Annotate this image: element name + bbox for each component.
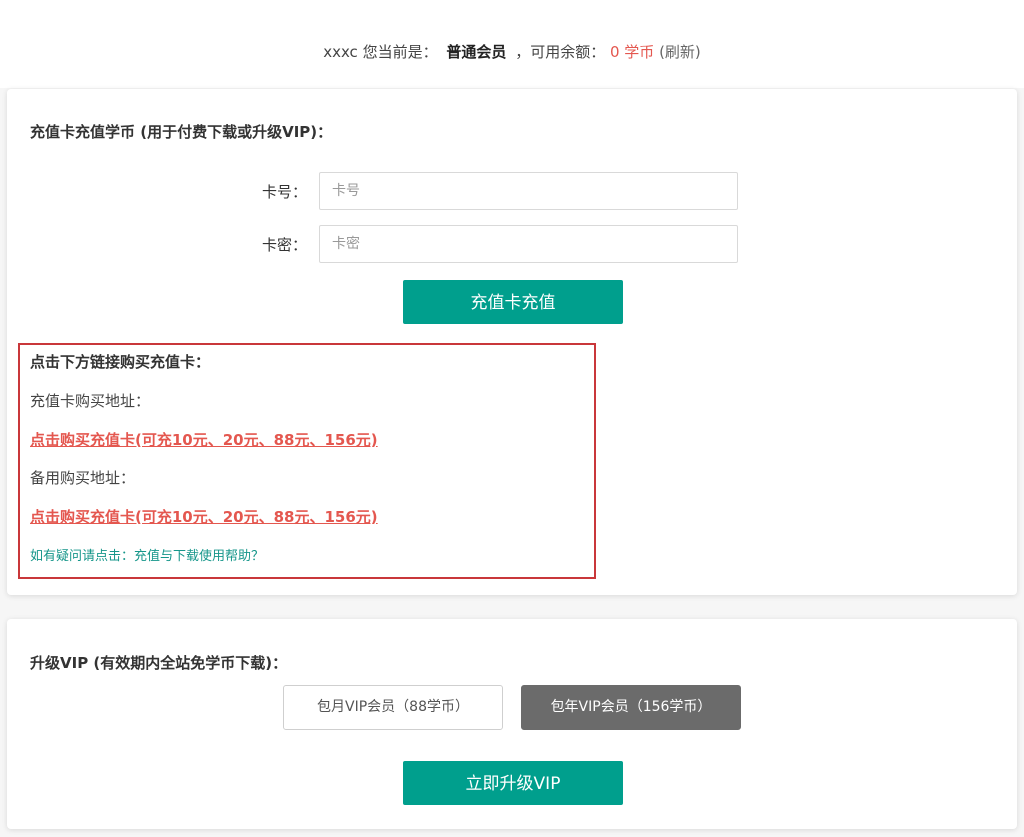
vip-upgrade-panel: 升级VIP (有效期内全站免学币下载)： 包月VIP会员（88学币） 包年VIP… (7, 619, 1017, 829)
vip-monthly-option[interactable]: 包月VIP会员（88学币） (283, 685, 503, 730)
backup-buy-link[interactable]: 点击购买充值卡(可充10元、20元、88元、156元) (30, 506, 378, 527)
backup-address-label: 备用购买地址： (30, 469, 136, 487)
card-password-label: 卡密： (262, 236, 308, 254)
buy-card-box: 点击下方链接购买充值卡： 充值卡购买地址： 点击购买充值卡(可充10元、20元、… (18, 343, 596, 579)
member-level: 普通会员 (446, 43, 507, 61)
username: xxxc (323, 43, 358, 61)
balance-prefix: ，可用余额： (515, 43, 606, 61)
card-number-input[interactable] (319, 172, 738, 210)
primary-address-label: 充值卡购买地址： (30, 392, 151, 410)
card-password-input[interactable] (319, 225, 738, 263)
top-bar: xxxc 您当前是： 普通会员 ，可用余额： 0 学币 (刷新) (0, 0, 1024, 88)
recharge-card-panel: 充值卡充值学币 (用于付费下载或升级VIP)： 卡号： 卡密： 充值卡充值 点击… (7, 89, 1017, 595)
account-status: xxxc 您当前是： 普通会员 ，可用余额： 0 学币 (刷新) (0, 42, 1024, 62)
upgrade-vip-button[interactable]: 立即升级VIP (403, 761, 623, 805)
card-password-row: 卡密： (7, 225, 1017, 263)
help-link[interactable]: 如有疑问请点击：充值与下载使用帮助？ (30, 545, 264, 564)
vip-section-title: 升级VIP (有效期内全站免学币下载)： (30, 654, 288, 672)
refresh-link[interactable]: (刷新) (659, 43, 701, 61)
balance-amount: 0 学币 (609, 43, 655, 61)
buy-box-title: 点击下方链接购买充值卡： (30, 353, 211, 371)
card-number-label: 卡号： (262, 183, 308, 201)
recharge-submit-button[interactable]: 充值卡充值 (403, 280, 623, 324)
recharge-section-title: 充值卡充值学币 (用于付费下载或升级VIP)： (30, 123, 333, 141)
status-prefix: 您当前是： (362, 43, 438, 61)
card-number-row: 卡号： (7, 172, 1017, 210)
vip-yearly-option[interactable]: 包年VIP会员（156学币） (521, 685, 741, 730)
primary-buy-link[interactable]: 点击购买充值卡(可充10元、20元、88元、156元) (30, 429, 378, 450)
